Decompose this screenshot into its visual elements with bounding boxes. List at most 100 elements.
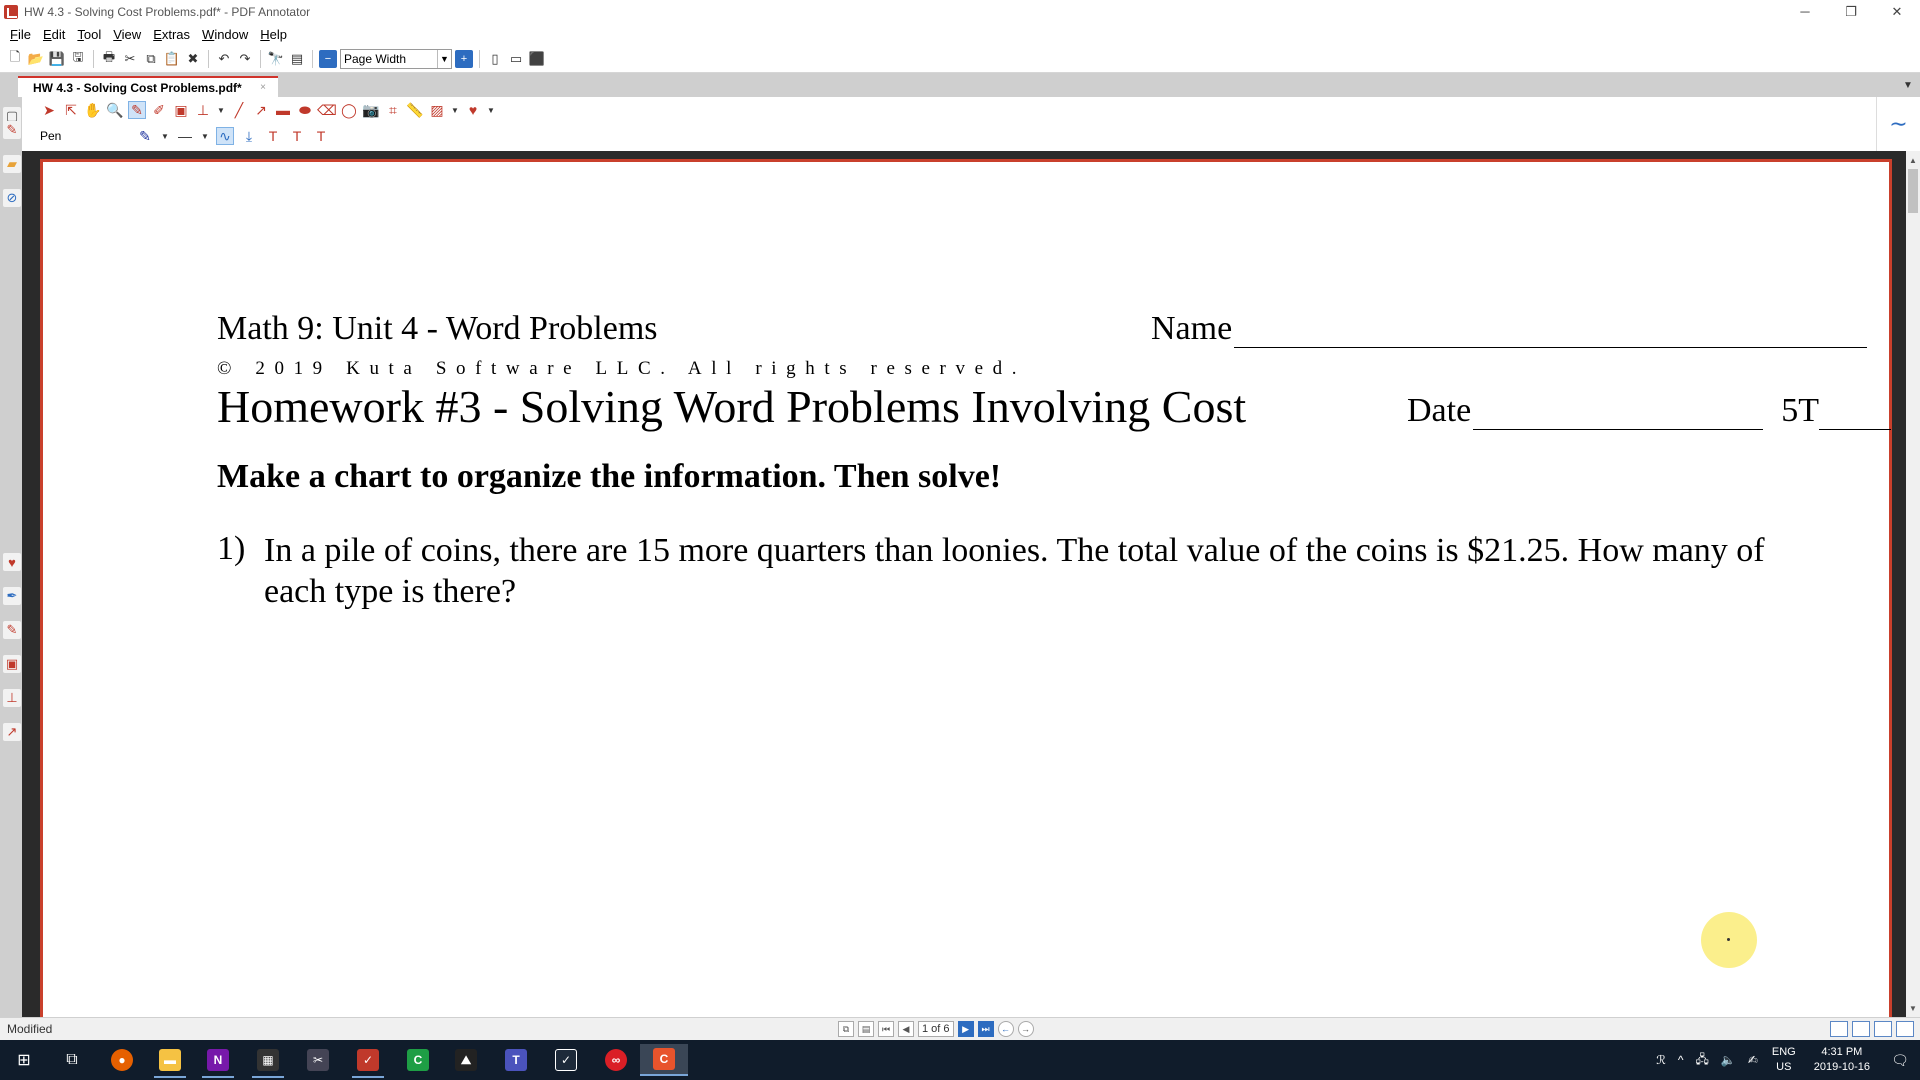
snipping-tool-icon[interactable]: ✂ (294, 1044, 342, 1076)
input-language[interactable]: ENG US (1772, 1045, 1796, 1075)
chevron-down-icon[interactable]: ▼ (200, 127, 210, 145)
favorites-heart-icon[interactable]: ♥ (464, 101, 482, 119)
view-continuous-icon[interactable] (1852, 1021, 1870, 1037)
zoom-in-icon[interactable]: + (455, 49, 473, 68)
document-viewport[interactable]: Math 9: Unit 4 - Word Problems Name © 20… (22, 151, 1906, 1017)
network-icon[interactable]: 🖧 (1695, 1050, 1708, 1071)
stamp-tool-icon[interactable]: ⊥ (3, 689, 21, 707)
pen-panel-icon[interactable]: ✎ (3, 121, 21, 139)
chevron-down-icon[interactable]: ▼ (160, 127, 170, 145)
line-width-icon[interactable]: — (176, 127, 194, 145)
onenote-icon[interactable]: N (194, 1044, 242, 1078)
camera-icon[interactable]: 📷 (362, 101, 380, 119)
chevron-down-icon[interactable]: ▼ (216, 101, 226, 119)
zoom-out-icon[interactable]: − (319, 49, 337, 68)
firefox-icon[interactable]: ● (98, 1044, 146, 1076)
scroll-down-icon[interactable]: ▼ (1906, 1001, 1920, 1015)
view-single-page-icon[interactable] (1830, 1021, 1848, 1037)
chevron-down-icon[interactable]: ▼ (486, 101, 496, 119)
text-strikeout-icon[interactable]: T (312, 127, 330, 145)
zoom-select[interactable]: Page Width ▼ (340, 48, 452, 69)
menu-extras[interactable]: Extras (147, 27, 196, 42)
arrow-icon[interactable]: ↗ (252, 101, 270, 119)
print-icon[interactable]: 🖶 (100, 49, 118, 68)
scrollbar-thumb[interactable] (1908, 169, 1918, 213)
menu-view[interactable]: View (107, 27, 147, 42)
restore-button[interactable]: ❐ (1828, 0, 1874, 23)
copy-page-icon[interactable]: ⧉ (838, 1021, 854, 1037)
menu-tool[interactable]: Tool (71, 27, 107, 42)
arrow-tool-icon[interactable]: ↗ (3, 723, 21, 741)
pdf-annotator-taskbar-icon[interactable]: ✓ (344, 1044, 392, 1078)
hand-icon[interactable]: ✋ (84, 101, 102, 119)
ellipse-icon[interactable]: ⬬ (296, 101, 314, 119)
view-two-pages-icon[interactable] (1874, 1021, 1892, 1037)
tab-document[interactable]: HW 4.3 - Solving Cost Problems.pdf* × (18, 76, 278, 97)
previous-page-icon[interactable]: ◀ (898, 1021, 914, 1037)
stroke-snap-icon[interactable]: ⤓ (240, 127, 258, 145)
whiteboard-icon[interactable]: ✓ (542, 1044, 590, 1076)
view-two-continuous-icon[interactable] (1896, 1021, 1914, 1037)
delete-icon[interactable]: ✖ (184, 50, 202, 68)
redo-icon[interactable]: ↷ (236, 50, 254, 68)
chevron-down-icon[interactable]: ▼ (450, 101, 460, 119)
save-all-icon[interactable]: 🖫 (69, 49, 87, 68)
select-arrow-icon[interactable]: ➤ (40, 101, 58, 119)
copy-icon[interactable]: ⧉ (142, 50, 160, 68)
paste-page-icon[interactable]: ▤ (858, 1021, 874, 1037)
last-page-icon[interactable]: ⏭ (977, 1021, 994, 1037)
calculator-icon[interactable]: ▦ (244, 1044, 292, 1078)
vertical-scrollbar[interactable]: ▲ ▼ (1906, 151, 1920, 1017)
menu-edit[interactable]: Edit (37, 27, 71, 42)
page-width-view-icon[interactable]: ▭ (507, 50, 525, 68)
textbox-tool-icon[interactable]: ▣ (3, 655, 21, 673)
insert-image-icon[interactable]: ▨ (428, 101, 446, 119)
file-explorer-icon[interactable]: ▬ (146, 1044, 194, 1078)
camtasia-icon[interactable]: C (394, 1044, 442, 1076)
photos-icon[interactable]: ⛰ (442, 1044, 490, 1076)
open-folder-icon[interactable]: 📂 (27, 50, 45, 68)
zoom-tool-icon[interactable]: 🔍 (106, 101, 124, 119)
single-page-view-icon[interactable]: ▯ (486, 50, 504, 68)
camtasia-recorder-icon[interactable]: C (640, 1044, 688, 1076)
pen-color-icon[interactable]: ✎ (136, 127, 154, 145)
document-properties-icon[interactable]: ▤ (288, 50, 306, 68)
text-squiggle-icon[interactable]: T (288, 127, 306, 145)
pen-tool-icon[interactable]: ✒ (3, 587, 21, 605)
find-icon[interactable]: 🔭 (267, 50, 285, 68)
tab-close-icon[interactable]: × (260, 82, 266, 93)
show-hidden-icons-chevron-icon[interactable]: ^ (1678, 1053, 1684, 1067)
forward-icon[interactable]: → (1017, 1021, 1034, 1037)
line-icon[interactable]: ╱ (230, 101, 248, 119)
rectangle-icon[interactable]: ▬ (274, 101, 292, 119)
fullscreen-icon[interactable]: ⬛ (528, 50, 546, 68)
save-icon[interactable]: 💾 (48, 50, 66, 68)
eraser-icon[interactable]: ⌫ (317, 101, 337, 119)
cut-icon[interactable]: ✂ (121, 50, 139, 68)
creative-cloud-icon[interactable]: ∞ (592, 1044, 640, 1076)
select-text-icon[interactable]: ⇱ (62, 101, 80, 119)
close-button[interactable]: ✕ (1874, 0, 1920, 23)
scroll-up-icon[interactable]: ▲ (1906, 153, 1920, 167)
new-file-icon[interactable]: 🗋 (6, 49, 24, 68)
action-center-icon[interactable]: 🗨 (1880, 1052, 1920, 1069)
tab-list-chevron-icon[interactable]: ▼ (1900, 77, 1916, 93)
highlighter-icon[interactable]: ✐ (150, 101, 168, 119)
text-underline-icon[interactable]: T (264, 127, 282, 145)
text-box-icon[interactable]: ▣ (172, 101, 190, 119)
stroke-preview-icon[interactable]: ∼ (1876, 97, 1920, 151)
attachment-icon[interactable]: ⊘ (3, 189, 21, 207)
first-page-icon[interactable]: ⏮ (878, 1021, 894, 1037)
menu-help[interactable]: Help (254, 27, 293, 42)
pdf-page[interactable]: Math 9: Unit 4 - Word Problems Name © 20… (40, 159, 1892, 1017)
people-icon[interactable]: ℛ (1656, 1053, 1666, 1067)
stamp-icon[interactable]: ⊥ (194, 101, 212, 119)
paste-icon[interactable]: 📋 (163, 50, 181, 68)
system-clock[interactable]: 4:31 PM 2019-10-16 (1814, 1045, 1870, 1075)
crop-icon[interactable]: ⌗ (384, 101, 402, 119)
notes-panel-icon[interactable]: ▰ (3, 155, 21, 173)
pen-workspace-icon[interactable]: ✍ (1748, 1053, 1758, 1067)
pen-tool-icon[interactable]: ✎ (128, 101, 146, 119)
ruler-icon[interactable]: 📏 (406, 101, 424, 119)
menu-file[interactable]: File (4, 27, 37, 42)
